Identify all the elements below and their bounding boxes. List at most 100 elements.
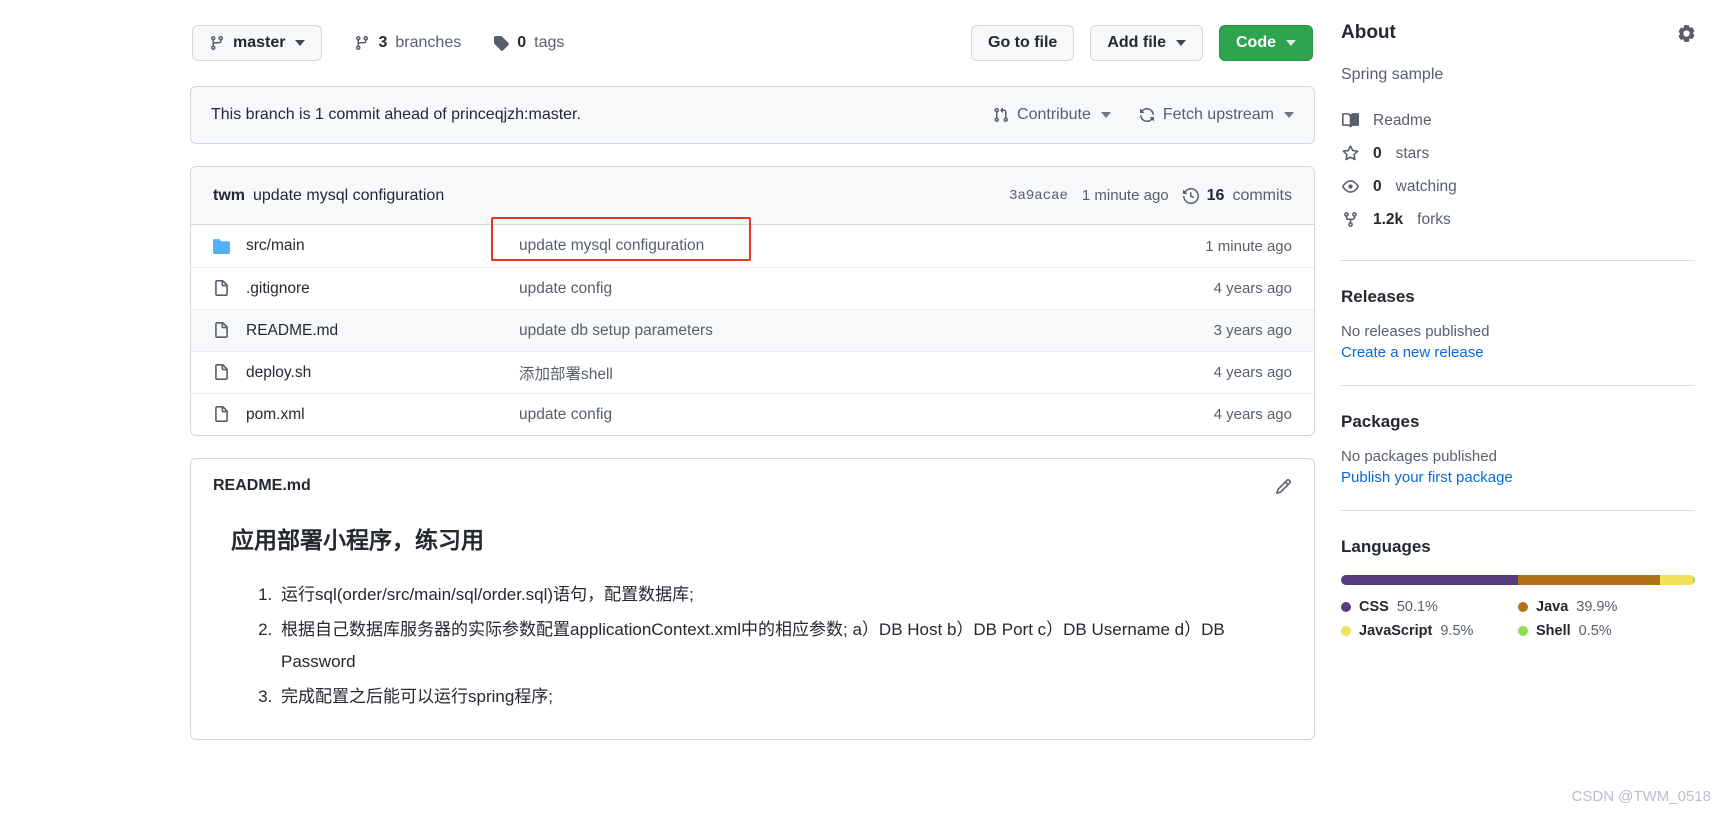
fetch-upstream-button[interactable]: Fetch upstream (1139, 106, 1294, 124)
latest-commit-header: twm update mysql configuration 3a9acae 1… (191, 167, 1314, 225)
language-percent: 0.5% (1578, 623, 1612, 639)
stat-label: watching (1395, 177, 1457, 195)
code-label: Code (1236, 34, 1276, 51)
language-name: Shell (1536, 623, 1571, 639)
code-button[interactable]: Code (1219, 25, 1313, 61)
language-percent: 50.1% (1396, 599, 1438, 615)
file-commit-time: 4 years ago (1213, 364, 1292, 381)
file-commit-message[interactable]: update config (491, 406, 1134, 424)
add-file-button[interactable]: Add file (1090, 25, 1203, 61)
repo-main-column: master 3 branches 0 tags Go to file Add … (190, 0, 1315, 740)
repo-toolbar: master 3 branches 0 tags Go to file Add … (190, 22, 1315, 64)
file-name-link[interactable]: src/main (246, 237, 305, 255)
star-icon (1341, 145, 1359, 162)
branches-link[interactable]: 3 branches (354, 34, 461, 52)
language-legend-item[interactable]: JavaScript 9.5% (1341, 623, 1518, 639)
branch-banner-actions: Contribute Fetch upstream (993, 106, 1294, 124)
file-name-link[interactable]: pom.xml (246, 406, 305, 424)
about-stat-stars[interactable]: 0 stars (1341, 137, 1695, 170)
about-stat-watching[interactable]: 0 watching (1341, 170, 1695, 203)
language-color-dot (1341, 626, 1351, 636)
file-commit-message[interactable]: update db setup parameters (491, 322, 1134, 340)
file-name-cell: .gitignore (191, 280, 491, 298)
edit-pencil-icon[interactable] (1275, 478, 1292, 495)
pull-request-icon (993, 107, 1009, 123)
branch-selector-button[interactable]: master (192, 25, 323, 61)
file-name-link[interactable]: .gitignore (246, 280, 310, 298)
file-icon (213, 406, 230, 423)
file-commit-message[interactable]: 添加部署shell (491, 362, 1134, 384)
branch-status-banner: This branch is 1 commit ahead of princeq… (190, 86, 1315, 144)
language-legend-item[interactable]: Shell 0.5% (1518, 623, 1695, 639)
language-color-dot (1518, 626, 1528, 636)
table-row: src/main update mysql configuration 1 minu… (191, 217, 1314, 267)
table-row: pom.xml update config 4 years ago (191, 393, 1314, 435)
commits-label: commits (1232, 186, 1292, 204)
chevron-down-icon (1176, 40, 1186, 46)
language-bar (1341, 575, 1695, 585)
readme-title: README.md (213, 477, 311, 494)
sidebar-divider (1341, 260, 1695, 261)
file-listing: twm update mysql configuration 3a9acae 1… (190, 166, 1315, 436)
language-legend-item[interactable]: CSS 50.1% (1341, 599, 1518, 615)
readme-heading: 应用部署小程序，练习用 (231, 527, 484, 553)
file-commit-message[interactable]: update config (491, 280, 1134, 298)
gear-icon[interactable] (1678, 24, 1695, 42)
branches-label: branches (395, 34, 462, 51)
language-bar-segment (1659, 575, 1694, 585)
sync-icon (1139, 107, 1155, 123)
create-release-link[interactable]: Create a new release (1341, 344, 1695, 361)
contribute-label: Contribute (1017, 106, 1091, 123)
file-name-link[interactable]: deploy.sh (246, 364, 311, 382)
releases-note: No releases published (1341, 323, 1490, 340)
commit-message[interactable]: update mysql configuration (253, 187, 444, 205)
fetch-upstream-label: Fetch upstream (1162, 106, 1274, 123)
repo-sidebar: About Spring sample Readme 0 stars 0 watch… (1340, 0, 1725, 815)
file-name-link[interactable]: README.md (246, 322, 338, 340)
commit-time: 1 minute ago (1081, 187, 1169, 204)
about-stat-forks[interactable]: 1.2k forks (1341, 203, 1695, 236)
about-stat-readme[interactable]: Readme (1341, 104, 1695, 137)
table-row: deploy.sh 添加部署shell 4 years ago (191, 351, 1314, 393)
tags-label: tags (534, 34, 565, 51)
tags-count: 0 (517, 34, 527, 51)
file-commit-time: 4 years ago (1213, 280, 1292, 297)
fork-icon (1341, 211, 1359, 228)
readme-ordered-list: 运行sql(order/src/main/sql/order.sql)语句，配置… (231, 579, 1274, 713)
language-name: Java (1536, 599, 1569, 615)
branch-icon (209, 35, 225, 51)
history-icon (1182, 187, 1199, 204)
languages-title: Languages (1341, 537, 1431, 556)
commits-count: 16 (1206, 186, 1225, 204)
stat-label: Readme (1373, 111, 1432, 129)
file-commit-message[interactable]: update mysql configuration (491, 237, 1134, 255)
publish-package-link[interactable]: Publish your first package (1341, 469, 1695, 486)
about-description: Spring sample (1341, 66, 1444, 83)
commit-sha[interactable]: 3a9acae (1009, 188, 1068, 204)
tags-link[interactable]: 0 tags (493, 34, 564, 52)
file-name-cell: deploy.sh (191, 364, 491, 382)
file-commit-time: 1 minute ago (1205, 237, 1292, 255)
language-percent: 39.9% (1576, 599, 1618, 615)
language-color-dot (1518, 602, 1528, 612)
chevron-down-icon (1100, 112, 1111, 118)
file-icon (213, 364, 230, 381)
language-bar-segment (1518, 575, 1660, 585)
commit-author[interactable]: twm (213, 187, 245, 205)
file-icon (213, 322, 230, 339)
file-commit-time: 4 years ago (1213, 406, 1292, 423)
stat-label: forks (1417, 210, 1451, 228)
branch-status-text: This branch is 1 commit ahead of princeq… (211, 106, 581, 123)
commit-history-link[interactable]: 16 commits (1182, 186, 1292, 205)
language-legend-item[interactable]: Java 39.9% (1518, 599, 1695, 615)
language-bar-segment (1693, 575, 1695, 585)
language-color-dot (1341, 602, 1351, 612)
contribute-button[interactable]: Contribute (993, 106, 1111, 124)
go-to-file-button[interactable]: Go to file (971, 25, 1075, 61)
stat-value: 0 (1373, 144, 1382, 162)
language-bar-segment (1341, 575, 1519, 585)
add-file-label: Add file (1107, 34, 1166, 51)
readme-panel: README.md 应用部署小程序，练习用 运行sql(order/src/ma… (190, 458, 1315, 740)
chevron-down-icon (1286, 40, 1296, 46)
file-commit-time: 3 years ago (1213, 322, 1292, 339)
